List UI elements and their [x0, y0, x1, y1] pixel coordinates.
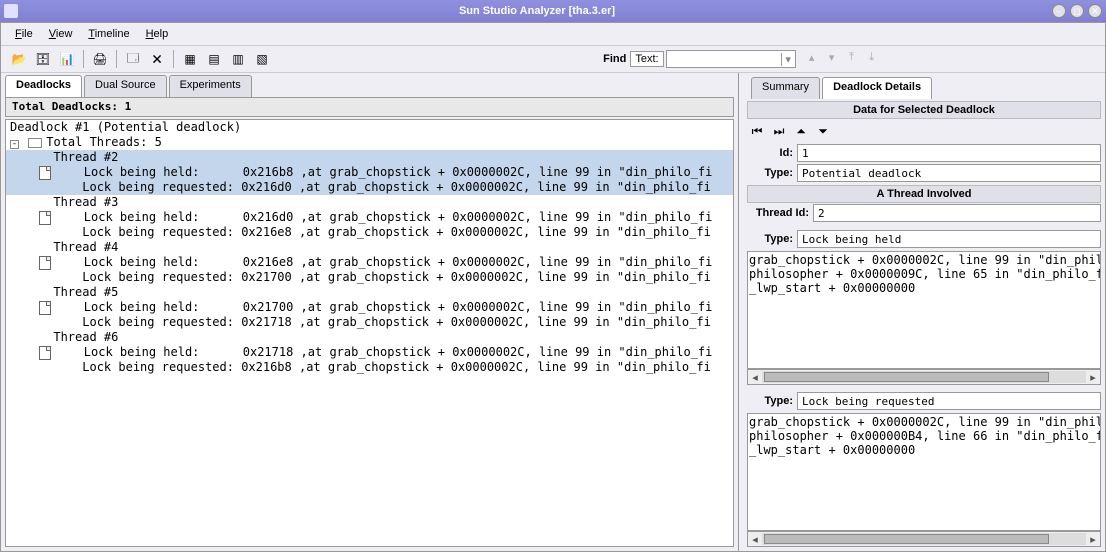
find-input[interactable]: ▾ — [666, 50, 796, 68]
nav-down-icon[interactable]: ⏷ — [815, 123, 831, 139]
req-type-value: Lock being requested — [797, 392, 1101, 410]
close-button[interactable]: ✕ — [1088, 4, 1102, 18]
thread-header: A Thread Involved — [747, 185, 1101, 203]
find-dropdown-icon[interactable]: ▾ — [781, 53, 795, 66]
find-first-icon[interactable]: ⤒ — [844, 51, 860, 67]
type-label: Type: — [747, 167, 797, 179]
type-value: Potential deadlock — [797, 164, 1101, 182]
detail-header: Data for Selected Deadlock — [747, 101, 1101, 119]
tab-summary[interactable]: Summary — [751, 77, 820, 99]
open-icon[interactable]: 📂 — [9, 49, 29, 69]
settings-icon[interactable]: ▧ — [252, 49, 272, 69]
new-window-icon[interactable]: 🗔 — [123, 49, 143, 69]
minimize-button[interactable]: – — [1052, 4, 1066, 18]
req-stack[interactable]: grab_chopstick + 0x0000002C, line 99 in … — [747, 413, 1101, 531]
total-deadlocks: Total Deadlocks: 1 — [5, 97, 734, 117]
chart-icon[interactable]: 📊 — [57, 49, 77, 69]
menu-help[interactable]: Help — [138, 26, 177, 42]
nav-next-icon[interactable]: ⏭ — [771, 123, 787, 139]
find-type[interactable]: Text: — [630, 51, 663, 67]
maximize-button[interactable]: ◻ — [1070, 4, 1084, 18]
print-icon[interactable]: 🖨 — [90, 49, 110, 69]
find-label: Find — [603, 53, 626, 65]
find-last-icon[interactable]: ⤓ — [864, 51, 880, 67]
find-down-icon[interactable]: ▾ — [824, 51, 840, 67]
thread-id-value: 2 — [813, 204, 1101, 222]
deadlock-tree[interactable]: Deadlock #1 (Potential deadlock)- Total … — [5, 119, 734, 547]
window-titlebar: Sun Studio Analyzer [tha.3.er] – ◻ ✕ — [0, 0, 1106, 22]
held-scrollbar[interactable]: ◂▸ — [747, 369, 1101, 385]
right-tabs: Summary Deadlock Details — [747, 75, 1101, 99]
menu-file[interactable]: File — [7, 26, 41, 42]
left-tabs: Deadlocks Dual Source Experiments — [1, 73, 738, 97]
collapse-icon[interactable]: ▤ — [204, 49, 224, 69]
tab-deadlocks[interactable]: Deadlocks — [5, 75, 82, 97]
nav-up-icon[interactable]: ⏶ — [793, 123, 809, 139]
toolbar: 📂 🗄 📊 🖨 🗔 🗙 ▦ ▤ ▥ ▧ Find Text: ▾ ▴ ▾ ⤒ ⤓ — [1, 45, 1105, 73]
menubar: File View Timeline Help — [1, 23, 1105, 45]
held-type-value: Lock being held — [797, 230, 1101, 248]
thread-id-label: Thread Id: — [747, 207, 813, 219]
req-scrollbar[interactable]: ◂▸ — [747, 531, 1101, 547]
menu-timeline[interactable]: Timeline — [80, 26, 137, 42]
archive-icon[interactable]: 🗄 — [33, 49, 53, 69]
close-window-icon[interactable]: 🗙 — [147, 49, 167, 69]
held-stack[interactable]: grab_chopstick + 0x0000002C, line 99 in … — [747, 251, 1101, 369]
tab-deadlock-details[interactable]: Deadlock Details — [822, 77, 932, 99]
req-type-label: Type: — [747, 395, 797, 407]
id-label: Id: — [747, 147, 797, 159]
app-icon — [4, 4, 18, 18]
expand-icon[interactable]: ▥ — [228, 49, 248, 69]
tab-dual-source[interactable]: Dual Source — [84, 75, 167, 97]
held-type-label: Type: — [747, 233, 797, 245]
window-title: Sun Studio Analyzer [tha.3.er] — [22, 5, 1052, 17]
tab-experiments[interactable]: Experiments — [169, 75, 252, 97]
nav-prev-icon[interactable]: ⏮ — [749, 123, 765, 139]
find-up-icon[interactable]: ▴ — [804, 51, 820, 67]
id-value: 1 — [797, 144, 1101, 162]
filter-icon[interactable]: ▦ — [180, 49, 200, 69]
menu-view[interactable]: View — [41, 26, 81, 42]
